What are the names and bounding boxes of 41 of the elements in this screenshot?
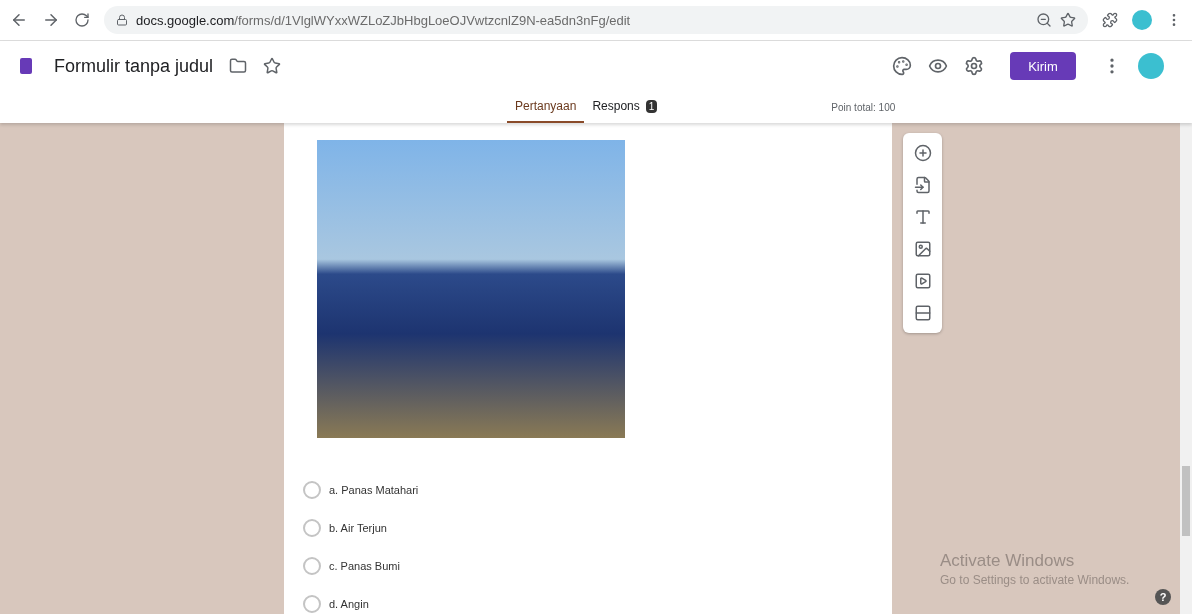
lock-icon (116, 14, 128, 26)
image-icon[interactable] (913, 240, 932, 258)
url-text: docs.google.com/forms/d/1VlglWYxxWZLoZJbHbgLoeOJVwtzcnlZ9N-ea5dn3nFg/edit (136, 12, 631, 28)
send-button[interactable]: Kirim (1010, 52, 1076, 80)
star-icon[interactable] (263, 57, 282, 75)
forms-logo-icon (20, 58, 32, 74)
star-icon[interactable] (1060, 12, 1076, 28)
radio-button[interactable] (303, 557, 321, 575)
radio-button[interactable] (303, 519, 321, 537)
address-bar[interactable]: docs.google.com/forms/d/1VlglWYxxWZLoZJbHbgLoeOJVwtzcnlZ9N-ea5dn3nFg/edit (104, 6, 1088, 34)
option-label: d. Angin (329, 598, 369, 610)
tab[interactable]: Respons 1 (584, 91, 666, 123)
help-button[interactable]: ? (1155, 589, 1171, 605)
settings-icon[interactable] (964, 56, 984, 76)
tab-label: Respons (592, 99, 640, 113)
puzzle-icon[interactable] (1102, 12, 1118, 28)
points-total: Poin total: 100 (831, 101, 896, 113)
scrollbar-thumb[interactable] (1182, 466, 1190, 536)
option-label: a. Panas Matahari (329, 484, 419, 496)
radio-button[interactable] (303, 595, 321, 613)
add-circle-icon[interactable] (913, 144, 932, 162)
scrollbar[interactable] (1180, 123, 1192, 614)
radio-button[interactable] (303, 481, 321, 499)
section-icon[interactable] (913, 304, 932, 322)
text-icon[interactable] (913, 208, 932, 226)
back-icon[interactable] (10, 11, 28, 29)
import-icon[interactable] (913, 176, 932, 194)
activation-title: Activate Windows (940, 551, 1076, 571)
eye-icon[interactable] (928, 56, 948, 76)
reload-icon[interactable] (74, 12, 90, 28)
form-title: Formulir tanpa judul (54, 55, 214, 77)
folder-icon[interactable] (229, 57, 248, 75)
video-icon[interactable] (913, 272, 932, 290)
tab-label: Pertanyaan (515, 99, 577, 113)
forward-icon[interactable] (42, 11, 60, 29)
palette-icon[interactable] (892, 56, 912, 76)
count-badge: 1 (645, 99, 658, 113)
option-label: c. Panas Bumi (329, 560, 400, 572)
zoom-icon[interactable] (1036, 12, 1052, 28)
activation-subtitle: Go to Settings to activate Windows. (940, 573, 1130, 587)
option-label: b. Air Terjun (329, 522, 387, 534)
